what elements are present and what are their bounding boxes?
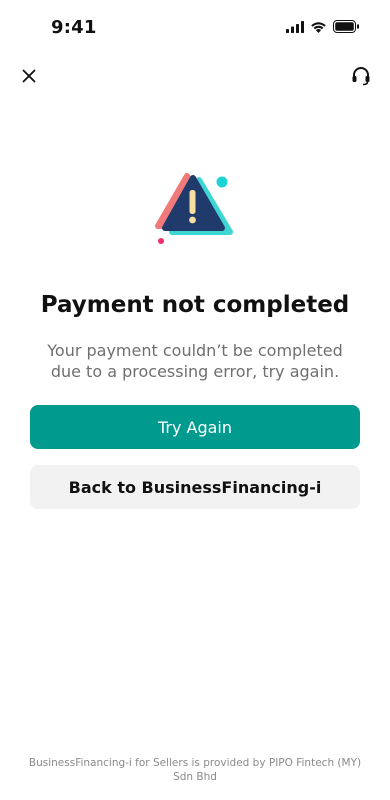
battery-icon <box>333 20 359 33</box>
back-to-app-button[interactable]: Back to BusinessFinancing-i <box>30 465 360 509</box>
headset-icon <box>352 67 370 86</box>
close-button[interactable] <box>14 61 44 91</box>
signal-icon <box>286 20 304 33</box>
wifi-icon <box>311 21 326 33</box>
status-time: 9:41 <box>51 17 97 38</box>
warning-illustration <box>150 170 240 250</box>
try-again-button[interactable]: Try Again <box>30 405 360 449</box>
support-button[interactable] <box>346 61 376 91</box>
close-icon <box>22 69 36 83</box>
page-title: Payment not completed <box>40 292 350 318</box>
error-message: Your payment couldn’t be completed due t… <box>47 341 343 381</box>
warning-triangle-icon <box>155 173 233 244</box>
footer-disclaimer: BusinessFinancing-i for Sellers is provi… <box>28 757 362 783</box>
status-icons <box>286 20 360 33</box>
nav-bar <box>0 58 390 94</box>
status-bar: 9:41 <box>0 0 390 56</box>
